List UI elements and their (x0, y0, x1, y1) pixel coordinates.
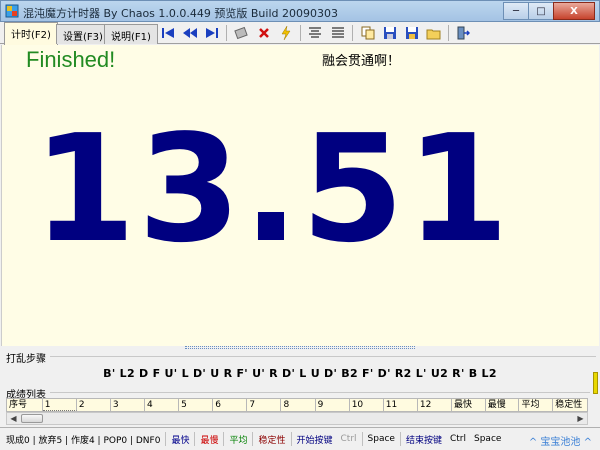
col-header-10[interactable]: 10 (350, 399, 384, 411)
first-icon[interactable] (160, 25, 176, 41)
results-group: 成绩列表 序号 1 2 3 4 5 6 7 8 9 10 11 12 最快 最慢… (2, 386, 598, 426)
start-key-space: Space (367, 434, 395, 444)
col-header-6[interactable]: 6 (213, 399, 248, 411)
toolbar-row: 计时(F2) 设置(F3) 说明(F1) (0, 22, 600, 45)
col-header-fastest[interactable]: 最快 (452, 399, 486, 411)
timer-status: Finished! (26, 47, 116, 72)
results-horizontal-scrollbar[interactable]: ◀ ▶ (6, 412, 588, 425)
col-header-9[interactable]: 9 (316, 399, 350, 411)
scroll-thumb[interactable] (21, 414, 43, 423)
timer-display-area[interactable]: Finished! 融会贯通啊！ 13.51 (1, 45, 599, 348)
col-header-4[interactable]: 4 (145, 399, 180, 411)
scramble-sequence: B' L2 D F U' L D' U R F' U' R D' L U D' … (103, 367, 497, 380)
motto-text: 融会贯通啊！ (322, 54, 401, 69)
tab-timer[interactable]: 计时(F2) (4, 22, 58, 45)
delete-icon[interactable] (256, 25, 272, 41)
end-key-space: Space (474, 434, 502, 444)
close-button[interactable]: X (553, 2, 595, 20)
minimize-button[interactable]: ─ (503, 2, 529, 20)
col-header-8[interactable]: 8 (281, 399, 316, 411)
col-header-index[interactable]: 序号 (7, 399, 43, 411)
tab-settings[interactable]: 设置(F3) (56, 24, 110, 44)
scroll-right-icon[interactable]: ▶ (574, 413, 587, 424)
scramble-group: 打乱步骤 B' L2 D F U' L D' U R F' U' R D' L … (2, 350, 598, 386)
col-header-slowest[interactable]: 最慢 (486, 399, 520, 411)
col-header-11[interactable]: 11 (384, 399, 418, 411)
title-bar[interactable]: 混沌魔方计时器 By Chaos 1.0.0.449 预览版 Build 200… (0, 0, 600, 22)
justify-icon[interactable] (330, 25, 346, 41)
lightning-icon[interactable] (278, 25, 294, 41)
window-controls: ─ □ X (503, 2, 595, 20)
rewind-icon[interactable] (182, 25, 198, 41)
splitter-grip[interactable] (185, 346, 415, 349)
app-icon (5, 4, 19, 18)
maximize-button[interactable]: □ (528, 2, 554, 20)
start-key-label: 开始按键 (296, 435, 333, 446)
col-header-average[interactable]: 平均 (519, 399, 554, 411)
status-average: 平均 (229, 435, 248, 446)
status-stability: 稳定性 (258, 435, 286, 446)
timer-value: 13.51 (32, 103, 512, 275)
status-counts: 现成0 | 放弃5 | 作废4 | POP0 | DNF0 (6, 435, 161, 446)
col-header-2[interactable]: 2 (77, 399, 111, 411)
col-header-stability[interactable]: 稳定性 (553, 399, 587, 411)
col-header-1[interactable]: 1 (42, 399, 77, 411)
scroll-left-icon[interactable]: ◀ (7, 413, 20, 424)
results-divider (50, 392, 590, 393)
scramble-label: 打乱步骤 (6, 350, 49, 365)
save-icon[interactable] (382, 25, 398, 41)
tab-help[interactable]: 说明(F1) (104, 24, 158, 44)
results-grid-header: 序号 1 2 3 4 5 6 7 8 9 10 11 12 最快 最慢 平均 稳… (6, 398, 588, 412)
window-title: 混沌魔方计时器 By Chaos 1.0.0.449 预览版 Build 200… (23, 7, 338, 20)
end-key-label: 结束按键 (405, 435, 442, 446)
open-folder-icon[interactable] (426, 25, 442, 41)
col-header-12[interactable]: 12 (418, 399, 453, 411)
col-header-7[interactable]: 7 (247, 399, 282, 411)
homepage-link[interactable]: ^ 宝宝池池 ^ (529, 433, 592, 448)
col-header-3[interactable]: 3 (111, 399, 146, 411)
status-bar: 现成0 | 放弃5 | 作废4 | POP0 | DNF0 最快 最慢 平均 稳… (0, 427, 600, 450)
copy-icon[interactable] (360, 25, 376, 41)
scramble-divider (50, 356, 596, 357)
status-slowest: 最慢 (200, 435, 219, 446)
eraser-icon[interactable] (233, 25, 249, 41)
align-center-icon[interactable] (307, 25, 323, 41)
end-key-ctrl: Ctrl (449, 434, 466, 444)
col-header-5[interactable]: 5 (179, 399, 214, 411)
start-key-ctrl: Ctrl (340, 434, 357, 444)
save-as-icon[interactable] (404, 25, 420, 41)
exit-icon[interactable] (455, 25, 471, 41)
last-icon[interactable] (204, 25, 220, 41)
status-fastest: 最快 (171, 435, 190, 446)
